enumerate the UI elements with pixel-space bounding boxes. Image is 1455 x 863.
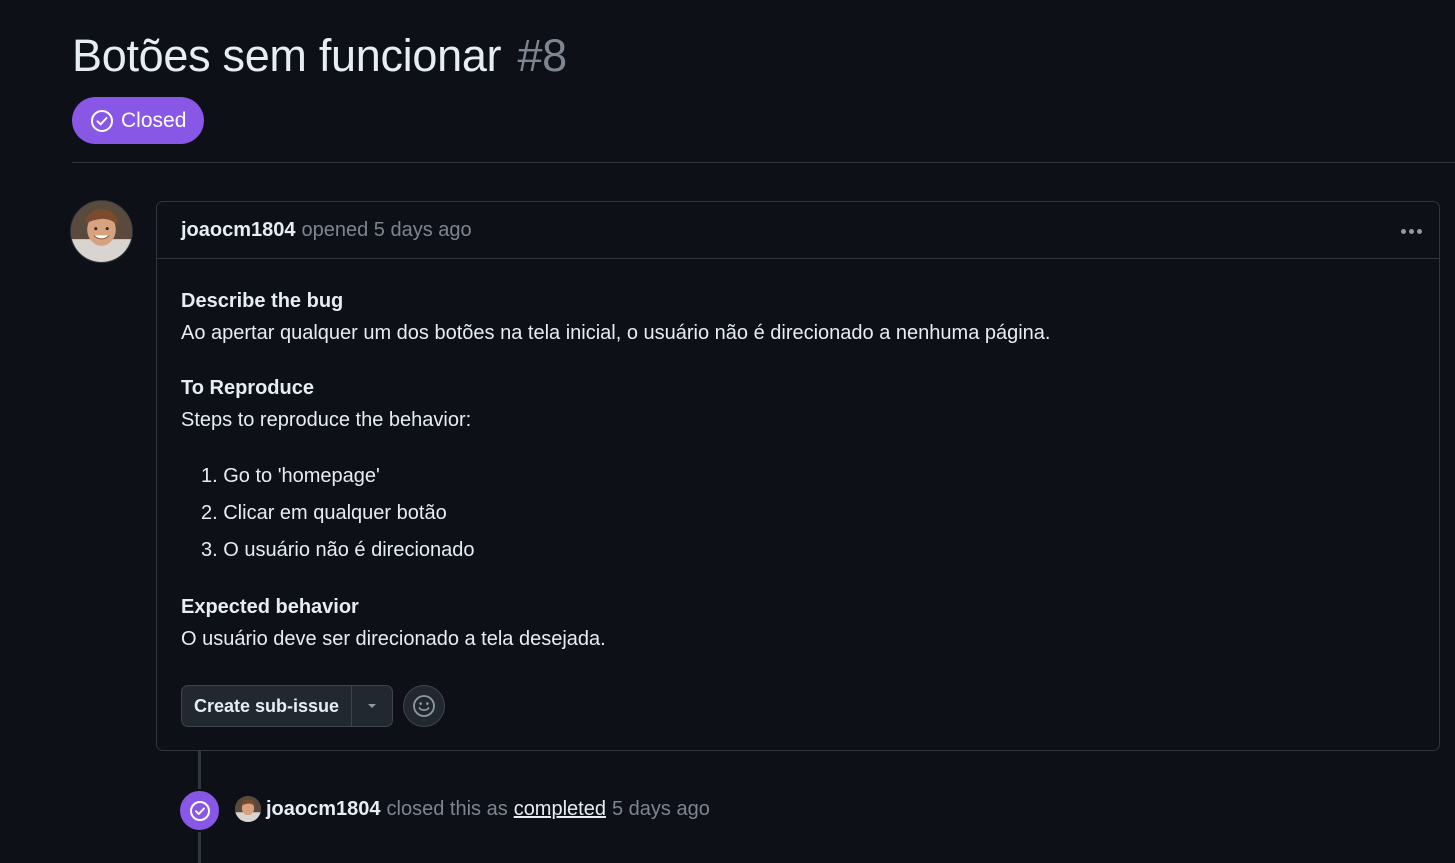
closed-event: joaocm1804 closed this as completed 5 da… <box>235 796 710 822</box>
event-author-link[interactable]: joaocm1804 <box>266 798 381 821</box>
kebab-dot <box>1416 228 1422 234</box>
kebab-horizontal-icon[interactable] <box>1397 220 1425 242</box>
avatar-image <box>235 796 261 822</box>
issue-state-label: Closed <box>121 108 187 132</box>
create-sub-issue-button[interactable]: Create sub-issue <box>182 686 353 726</box>
reproduce-section: To Reproduce Steps to reproduce the beha… <box>181 372 1415 569</box>
comment-author-link[interactable]: joaocm1804 <box>181 219 296 242</box>
comment-actions: Create sub-issue <box>181 685 446 727</box>
triangle-down-icon <box>368 704 377 708</box>
issue-title-text: Botões sem funcionar <box>72 30 502 81</box>
list-item: 2. Clicar em qualquer botão <box>201 502 447 524</box>
comment-header: joaocm1804 opened 5 days ago <box>157 202 1439 259</box>
avatar-image <box>71 201 132 262</box>
issue-title: Botões sem funcionar #8 <box>72 30 567 82</box>
expected-behavior-section: Expected behavior O usuário deve ser dir… <box>181 591 1415 655</box>
header-divider <box>72 162 1455 163</box>
check-circle-icon <box>189 800 210 821</box>
event-action-text: closed this as <box>386 797 508 820</box>
event-author-avatar[interactable] <box>235 796 261 822</box>
comment-timestamp[interactable]: opened 5 days ago <box>302 219 472 242</box>
comment-body: Describe the bug Ao apertar qualquer um … <box>157 259 1439 655</box>
issue-comment: joaocm1804 opened 5 days ago Describe th… <box>156 201 1440 751</box>
event-timestamp[interactable]: 5 days ago <box>612 798 710 821</box>
section-heading: To Reproduce <box>181 377 314 399</box>
section-text: Ao apertar qualquer um dos botões na tel… <box>181 322 1051 344</box>
kebab-dot <box>1400 228 1406 234</box>
list-item: 3. O usuário não é direcionado <box>201 539 475 561</box>
smiley-icon <box>413 695 435 717</box>
issue-state-badge: Closed <box>72 97 205 144</box>
sub-issue-dropdown-button[interactable] <box>352 686 392 726</box>
check-circle-icon <box>91 109 113 132</box>
kebab-dot <box>1408 228 1414 234</box>
author-avatar[interactable] <box>70 200 133 263</box>
section-heading: Expected behavior <box>181 596 359 618</box>
section-text: Steps to reproduce the behavior: <box>181 409 472 431</box>
section-heading: Describe the bug <box>181 290 344 312</box>
issue-page: Botões sem funcionar #8 Closed joaocm180… <box>0 0 1455 863</box>
closed-event-badge <box>178 789 221 832</box>
list-item: 1. Go to 'homepage' <box>201 465 380 487</box>
bug-description-section: Describe the bug Ao apertar qualquer um … <box>181 285 1415 349</box>
steps-list: 1. Go to 'homepage' 2. Clicar em qualque… <box>181 458 1415 569</box>
add-reaction-button[interactable] <box>403 685 446 727</box>
section-text: O usuário deve ser direcionado a tela de… <box>181 628 606 650</box>
issue-number: #8 <box>517 30 567 81</box>
completed-link[interactable]: completed <box>514 798 606 821</box>
create-sub-issue-split-button: Create sub-issue <box>181 685 394 727</box>
